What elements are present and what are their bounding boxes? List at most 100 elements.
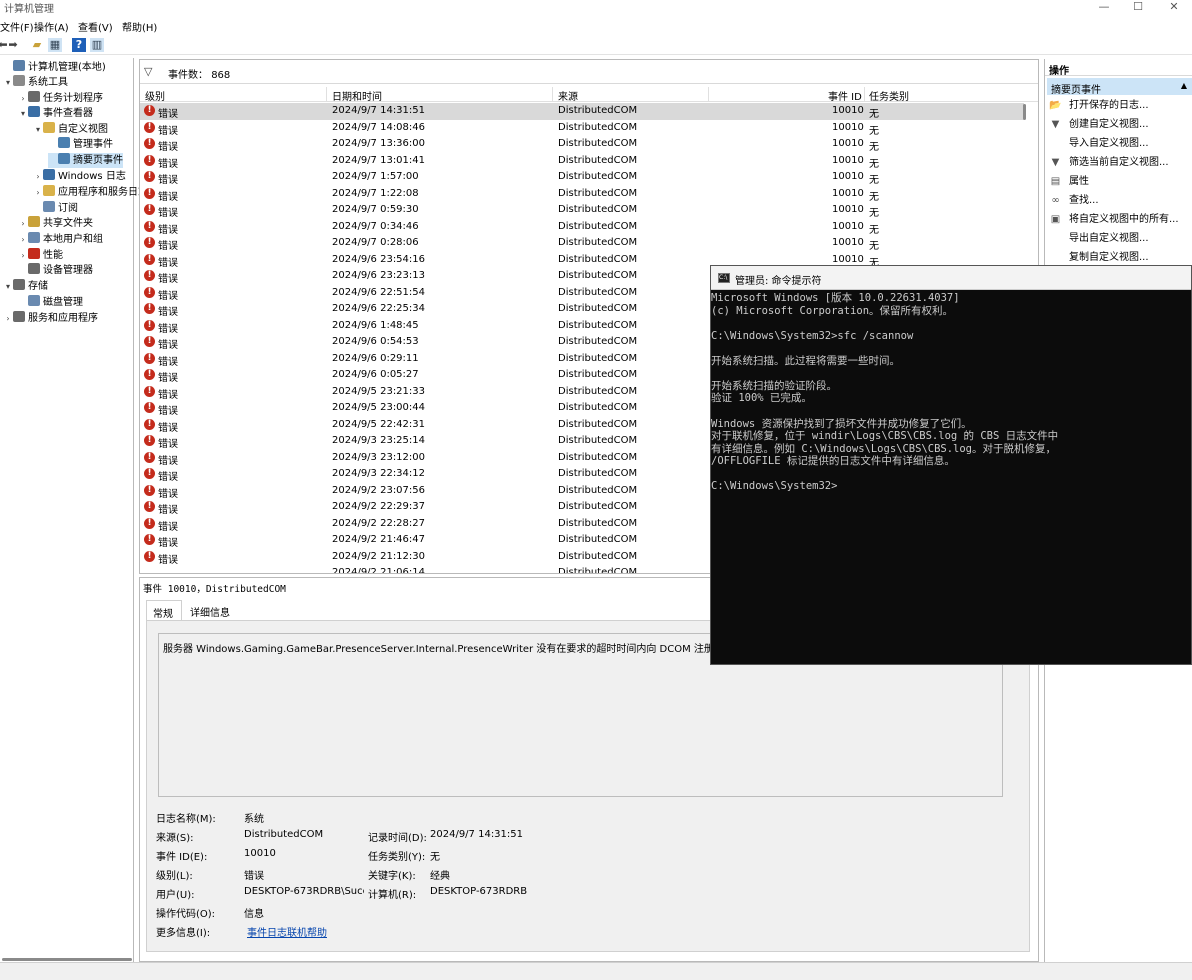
action-item[interactable]: ∞ 查找... — [1049, 193, 1098, 208]
show-hide-tree-icon[interactable]: ▦ — [48, 38, 62, 52]
tree-node[interactable]: 摘要页事件 — [48, 153, 123, 168]
column-headers: 级别 日期和时间 来源 事件 ID 任务类别 — [140, 85, 1038, 103]
column-task-category[interactable]: 任务类别 — [869, 88, 909, 103]
tree-node[interactable]: › 本地用户和组 — [18, 232, 103, 247]
tree-node[interactable]: 计算机管理(本地) — [3, 60, 106, 75]
console-line: (c) Microsoft Corporation。保留所有权利。 — [711, 304, 954, 317]
action-item[interactable]: ▼ 创建自定义视图... — [1049, 117, 1149, 132]
menu-file[interactable]: 文件(F) — [0, 19, 34, 34]
action-item[interactable]: 导入自定义视图... — [1049, 136, 1149, 151]
row-source: DistributedCOM — [558, 220, 638, 232]
tab-general[interactable]: 常规 — [146, 600, 182, 620]
collapse-arrow-icon[interactable]: ▲ — [1181, 81, 1187, 90]
error-icon: ! — [144, 187, 155, 199]
tree-node[interactable]: ▾ 存储 — [3, 279, 48, 294]
row-datetime: 2024/9/2 21:46:47 — [332, 534, 426, 545]
menu-help[interactable]: 帮助(H) — [122, 19, 157, 34]
console-output[interactable]: Microsoft Windows [版本 10.0.22631.4037] (c… — [711, 291, 1192, 665]
tree-node[interactable]: 设备管理器 — [18, 263, 93, 278]
console-line: 开始系统扫描的验证阶段。 — [711, 379, 837, 392]
maximize-button[interactable]: ☐ — [1120, 0, 1156, 16]
event-log-online-help-link[interactable]: 事件日志联机帮助 — [247, 924, 327, 939]
chevron-right-icon[interactable]: › — [33, 185, 43, 200]
shared-folder-icon — [28, 216, 40, 227]
forward-arrow-icon[interactable]: ➡ — [6, 38, 20, 52]
tree-node[interactable]: › Windows 日志 — [33, 169, 126, 184]
row-level: 错误 — [158, 142, 178, 153]
command-prompt-window[interactable]: C:\ 管理员: 命令提示符 Microsoft Windows [版本 10.… — [710, 265, 1192, 665]
tree-node[interactable]: ▾ 事件查看器 — [18, 106, 93, 121]
tree-node[interactable]: › 应用程序和服务日志 — [33, 185, 148, 200]
row-level: 错误 — [158, 422, 178, 434]
chevron-right-icon[interactable]: › — [18, 91, 28, 106]
table-row[interactable]: ! 错误 2024/9/7 1:57:00 DistributedCOM 10010 无 — [140, 169, 1024, 186]
prop-event-id: 10010 — [244, 848, 276, 859]
services-icon — [13, 311, 25, 322]
tree-node[interactable]: 管理事件 — [48, 137, 113, 152]
table-row[interactable]: ! 错误 2024/9/7 1:22:08 DistributedCOM 10010 无 — [140, 186, 1024, 203]
row-datetime: 2024/9/7 1:22:08 — [332, 187, 419, 199]
column-source[interactable]: 来源 — [558, 88, 578, 103]
table-row[interactable]: ! 错误 2024/9/7 13:01:41 DistributedCOM 10010 无 — [140, 153, 1024, 170]
horizontal-scrollbar[interactable] — [2, 958, 132, 961]
minimize-button[interactable]: — — [1086, 0, 1122, 16]
filter-icon[interactable]: ▽ — [144, 65, 152, 78]
table-row[interactable]: ! 错误 2024/9/7 0:28:06 DistributedCOM 10010 无 — [140, 235, 1024, 252]
row-event-id: 10010 — [832, 237, 864, 248]
column-datetime[interactable]: 日期和时间 — [332, 88, 382, 103]
table-row[interactable]: ! 错误 2024/9/7 14:31:51 DistributedCOM 10010 无 — [140, 103, 1024, 120]
tree-node[interactable]: › 服务和应用程序 — [3, 311, 98, 326]
action-item-label: 导出自定义视图... — [1069, 233, 1149, 244]
tree-node[interactable]: 订阅 — [33, 201, 78, 216]
tree-node[interactable]: ▾ 自定义视图 — [33, 122, 108, 137]
column-level[interactable]: 级别 — [145, 88, 165, 103]
action-item[interactable]: ▣ 将自定义视图中的所有... — [1049, 212, 1179, 227]
help-icon[interactable]: ? — [72, 38, 86, 52]
row-datetime: 2024/9/6 22:51:54 — [332, 286, 426, 298]
close-button[interactable]: ✕ — [1156, 0, 1192, 16]
chevron-right-icon[interactable]: › — [18, 248, 28, 263]
action-item[interactable]: ▼ 筛选当前自定义视图... — [1049, 155, 1169, 170]
expand-down-icon[interactable]: ▾ — [3, 279, 13, 294]
folder-icon — [43, 122, 55, 133]
filter-icon: ▼ — [1051, 157, 1060, 168]
action-item[interactable]: ▤ 属性 — [1049, 174, 1089, 189]
action-item[interactable]: 📂 打开保存的日志... — [1049, 98, 1148, 113]
menu-action[interactable]: 操作(A) — [34, 19, 69, 34]
error-icon: ! — [144, 105, 155, 116]
table-row[interactable]: ! 错误 2024/9/7 0:59:30 DistributedCOM 10010 无 — [140, 202, 1024, 219]
vertical-scrollbar[interactable] — [1023, 104, 1026, 120]
folder-up-icon[interactable]: ▰ — [30, 38, 44, 52]
chevron-right-icon[interactable]: › — [18, 232, 28, 247]
chevron-right-icon[interactable]: › — [18, 216, 28, 231]
tree-node[interactable]: › 共享文件夹 — [18, 216, 93, 231]
column-event-id[interactable]: 事件 ID — [828, 88, 862, 103]
tree-node[interactable]: › 任务计划程序 — [18, 91, 103, 106]
expand-down-icon[interactable]: ▾ — [33, 122, 43, 137]
cmd-title: 管理员: 命令提示符 — [735, 276, 822, 287]
open-log-icon: 📂 — [1049, 100, 1062, 111]
tab-details[interactable]: 详细信息 — [184, 600, 244, 620]
table-row[interactable]: ! 错误 2024/9/7 14:08:46 DistributedCOM 10010 无 — [140, 120, 1024, 137]
chevron-right-icon[interactable]: › — [33, 169, 43, 184]
tree-node[interactable]: 磁盘管理 — [18, 295, 83, 310]
actions-section-summary-events[interactable]: 摘要页事件 ▲ — [1047, 78, 1192, 96]
chevron-right-icon[interactable]: › — [3, 311, 13, 326]
tree-node[interactable]: › 性能 — [18, 248, 63, 263]
cmd-title-bar[interactable]: C:\ 管理员: 命令提示符 — [711, 266, 1191, 290]
action-item[interactable]: 复制自定义视图... — [1049, 250, 1149, 265]
properties-icon[interactable]: ▥ — [90, 38, 104, 52]
expand-down-icon[interactable]: ▾ — [3, 75, 13, 90]
tree-node-label: 自定义视图 — [58, 124, 108, 135]
table-row[interactable]: ! 错误 2024/9/7 0:34:46 DistributedCOM 10010 无 — [140, 219, 1024, 236]
expand-down-icon[interactable]: ▾ — [18, 106, 28, 121]
table-row[interactable]: ! 错误 2024/9/7 13:36:00 DistributedCOM 10010 无 — [140, 136, 1024, 153]
row-level: 错误 — [158, 241, 178, 252]
row-datetime: 2024/9/7 0:34:46 — [332, 220, 419, 232]
error-icon: ! — [144, 286, 155, 298]
action-item[interactable]: 导出自定义视图... — [1049, 231, 1149, 246]
console-line: 验证 100% 已完成。 — [711, 392, 812, 405]
row-task-category: 无 — [869, 158, 879, 170]
menu-view[interactable]: 查看(V) — [78, 19, 113, 34]
tree-node[interactable]: ▾ 系统工具 — [3, 75, 68, 90]
